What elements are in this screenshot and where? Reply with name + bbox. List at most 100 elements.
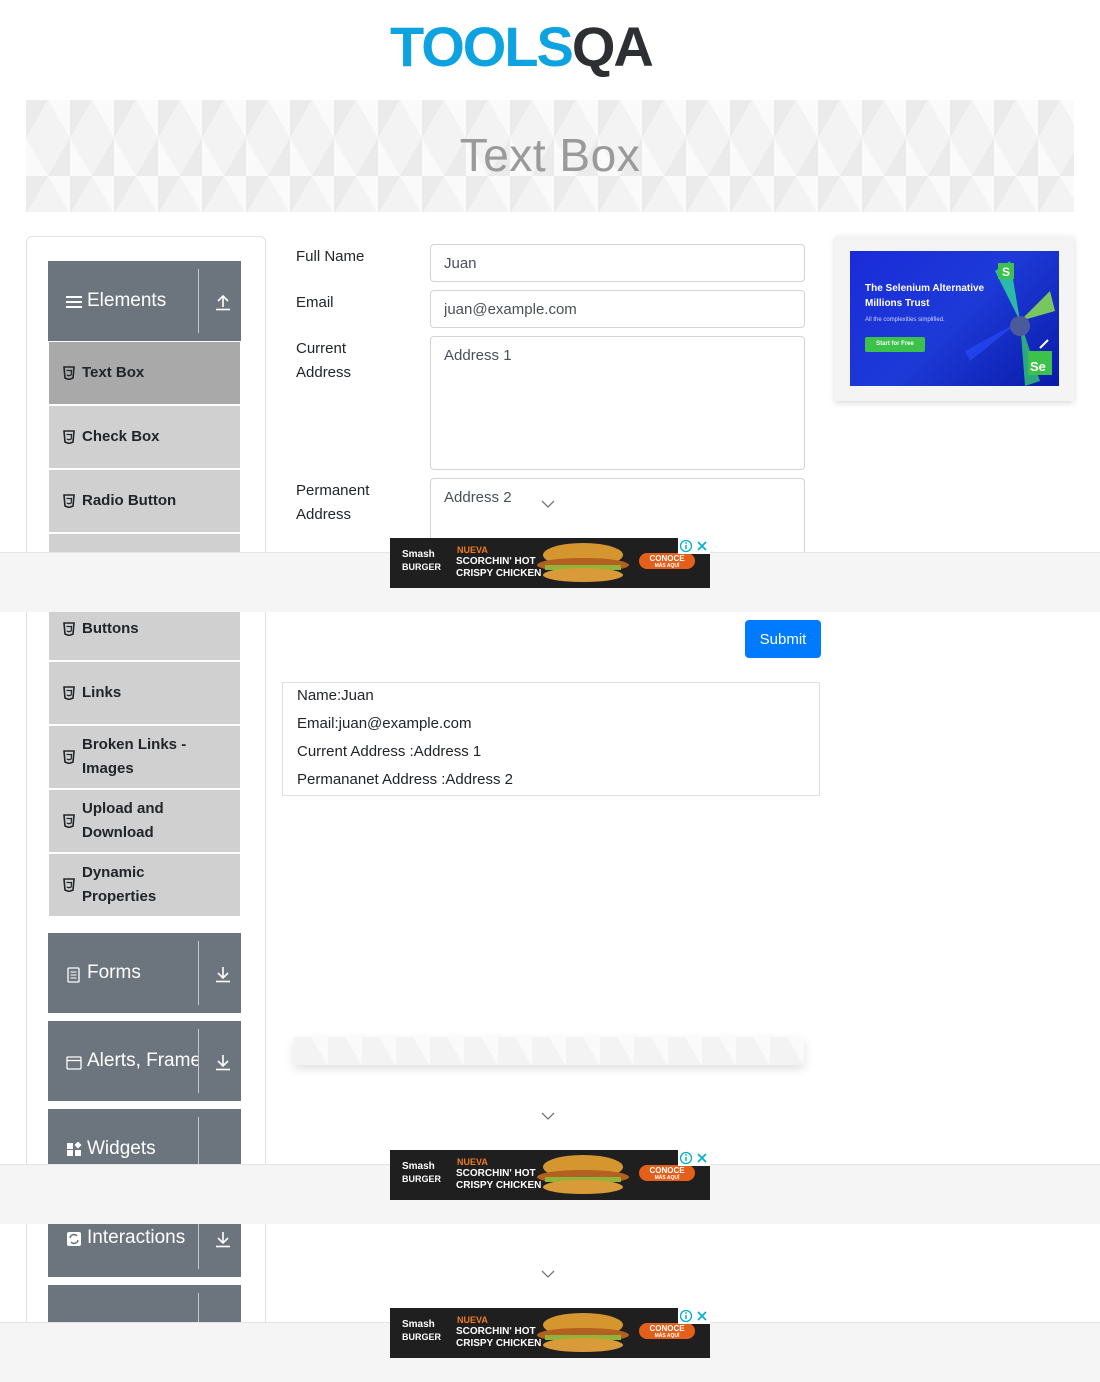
sticky-footer-ad-bar: Smash BURGER NUEVA SCORCHIN' HOT CRISPY … — [0, 538, 1100, 612]
divider — [198, 941, 199, 1005]
output-permanent-address: Permananet Address :Address 2 — [297, 771, 513, 788]
ad-headline: The Selenium Alternative — [865, 283, 985, 294]
ad-info-icon[interactable] — [679, 539, 693, 553]
sticky-footer-ad-bar: Smash BURGER NUEVA SCORCHIN' HOT CRISPY … — [0, 1308, 1100, 1382]
sidebar-item-label: Upload and Download — [82, 800, 164, 841]
ad-placeholder-strip — [294, 1037, 804, 1065]
email-input[interactable] — [430, 290, 805, 328]
burger-image — [537, 543, 629, 582]
ad-brand: BURGER — [402, 562, 442, 572]
ad-headline: CRISPY CHICKEN — [456, 1338, 542, 1349]
sidebar-group-label: Forms — [87, 962, 141, 983]
sidebar-item-text-box[interactable]: Text Box — [49, 342, 240, 404]
ad-info-icon[interactable] — [679, 1151, 693, 1165]
ad-cta-button[interactable]: CONOCE MÁS AQUÍ — [639, 1323, 695, 1339]
ad-badges — [678, 1150, 710, 1166]
ad-cta-label: CONOCE — [649, 1166, 685, 1175]
ad-close-icon[interactable] — [695, 1309, 709, 1323]
ad-cta-button[interactable]: Start for Free — [865, 337, 925, 352]
ad-info-icon[interactable] — [679, 1309, 693, 1323]
widgets-icon — [67, 1142, 82, 1156]
divider — [198, 1293, 199, 1325]
toolsqa-logo[interactable]: TOOLSQA — [390, 14, 720, 92]
ad-cta-button[interactable]: CONOCE MÁS AQUÍ — [639, 1165, 695, 1181]
ad-cta-label: CONOCE — [649, 1324, 685, 1333]
ad-kicker: NUEVA — [457, 1315, 488, 1325]
html5-icon — [63, 750, 75, 764]
ad-brand: Smash — [402, 549, 435, 560]
sidebar-group-widgets[interactable]: Widgets — [48, 1109, 241, 1165]
html5-icon — [63, 430, 75, 444]
ad-headline: SCORCHIN' HOT — [456, 1326, 536, 1337]
ad-brand: BURGER — [402, 1174, 442, 1184]
sidebar-group-book-store[interactable] — [48, 1285, 241, 1325]
sidebar-item-links[interactable]: Links — [49, 662, 240, 724]
sidebar-item-label: Buttons — [82, 620, 139, 637]
ad-headline: CRISPY CHICKEN — [456, 1180, 542, 1191]
output-name: Name:Juan — [297, 687, 374, 704]
ad-close-icon[interactable] — [695, 1151, 709, 1165]
sidebar-group-label: Interactions — [87, 1227, 186, 1248]
ad-headline: SCORCHIN' HOT — [456, 1168, 536, 1179]
full-name-input[interactable] — [430, 244, 805, 282]
hamburger-icon — [66, 296, 82, 308]
sidebar-group-label: Widgets — [87, 1138, 156, 1159]
sidebar-item-label: Text Box — [82, 364, 145, 381]
selenium-ad[interactable]: S Se The Selenium Alternative Millions T… — [850, 251, 1059, 386]
divider — [198, 269, 199, 333]
ad-cta-label: CONOCE — [649, 554, 685, 563]
ad-headline: CRISPY CHICKEN — [456, 568, 542, 579]
logo-text-tools: TOOLSQA — [390, 15, 652, 78]
sidebar-item-label: Broken Links - Images — [82, 736, 187, 777]
sidebar-item-upload-download[interactable]: Upload and Download — [49, 790, 240, 852]
ad-subtext: All the complexities simplified. — [865, 317, 945, 323]
html5-icon — [63, 814, 75, 828]
chevron-down-icon[interactable] — [540, 1111, 556, 1121]
expand-down-icon[interactable] — [214, 1230, 232, 1248]
sidebar-group-forms[interactable]: Forms — [48, 933, 241, 1013]
output-email: Email:juan@example.com — [297, 715, 472, 732]
full-name-label: Full Name — [296, 248, 365, 265]
divider — [198, 1029, 199, 1093]
ad-cta-sublabel: MÁS AQUÍ — [654, 563, 680, 569]
expand-down-icon[interactable] — [214, 1053, 232, 1071]
page-title: Text Box — [459, 129, 641, 181]
submit-button[interactable]: Submit — [745, 620, 821, 658]
window-icon — [66, 1056, 82, 1070]
sidebar-group-interactions[interactable]: Interactions — [48, 1224, 241, 1277]
ad-close-icon[interactable] — [695, 539, 709, 553]
html5-icon — [63, 622, 75, 636]
ad-brand: Smash — [402, 1319, 435, 1330]
burger-ad[interactable]: Smash BURGER NUEVA SCORCHIN' HOT CRISPY … — [390, 538, 710, 588]
chevron-down-icon[interactable] — [540, 1269, 556, 1279]
collapse-up-icon[interactable] — [214, 293, 232, 311]
ad-kicker: NUEVA — [457, 1157, 488, 1167]
sidebar-group-label: Alerts, Frame & Windows — [87, 1050, 199, 1071]
sidebar-group-elements[interactable]: Elements — [48, 261, 241, 341]
sidebar-item-radio-button[interactable]: Radio Button — [49, 470, 240, 532]
current-address-label: Current Address — [296, 340, 352, 381]
ad-kicker: NUEVA — [457, 545, 488, 555]
sidebar-item-label: Check Box — [82, 428, 160, 445]
sidebar-item-dynamic-properties[interactable]: Dynamic Properties — [49, 854, 240, 916]
sidebar-group-alerts[interactable]: Alerts, Frame & Windows — [48, 1021, 241, 1101]
burger-ad[interactable]: Smash BURGER NUEVA SCORCHIN' HOT CRISPY … — [390, 1150, 710, 1200]
ad-badges — [678, 538, 710, 554]
expand-down-icon[interactable] — [214, 965, 232, 983]
ad-cta-sublabel: MÁS AQUÍ — [654, 1333, 680, 1339]
ad-cta-sublabel: MÁS AQUÍ — [654, 1175, 680, 1181]
current-address-textarea[interactable]: Address 1 — [430, 336, 805, 470]
page-banner: Text Box — [26, 100, 1074, 212]
sidebar-item-label: Radio Button — [82, 492, 177, 509]
chevron-down-icon[interactable] — [540, 499, 556, 509]
html5-icon — [63, 686, 75, 700]
ad-headline: Millions Trust — [865, 298, 930, 309]
burger-ad[interactable]: Smash BURGER NUEVA SCORCHIN' HOT CRISPY … — [390, 1308, 710, 1358]
output-current-address: Current Address :Address 1 — [297, 743, 482, 760]
sidebar-item-check-box[interactable]: Check Box — [49, 406, 240, 468]
ad-cta-button[interactable]: CONOCE MÁS AQUÍ — [639, 553, 695, 569]
divider — [198, 1224, 199, 1269]
ad-badges — [678, 1308, 710, 1324]
sidebar-item-hidden[interactable] — [49, 534, 240, 554]
sidebar-item-broken-links[interactable]: Broken Links - Images — [49, 726, 240, 788]
